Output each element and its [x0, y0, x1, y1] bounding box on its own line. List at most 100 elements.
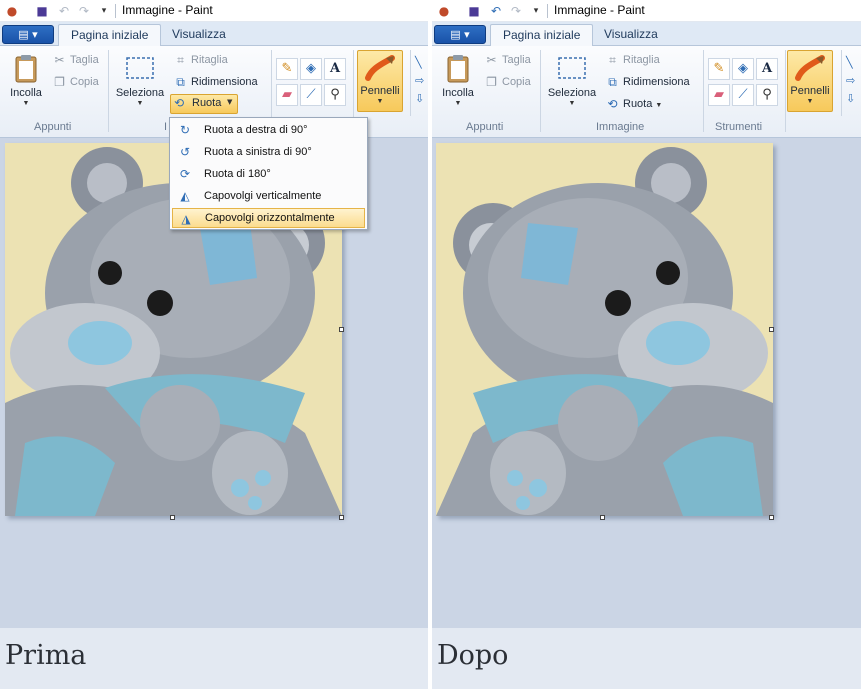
file-menu-button[interactable]: ▤ ▾ — [2, 25, 54, 44]
rotate-caret-icon: ▼ — [655, 102, 663, 109]
paste-button[interactable]: Incolla ▼ — [436, 48, 480, 116]
resize-handle-bottom[interactable] — [170, 515, 175, 520]
copy-label: Copia — [70, 76, 99, 88]
resize-handle-corner[interactable] — [769, 515, 774, 520]
quick-access-dropdown-icon[interactable]: ▾ — [96, 3, 112, 19]
arrow-shape-icon[interactable]: ⇨ — [415, 74, 424, 87]
shapes-gallery[interactable]: ╲ ⇨ ⇩ — [841, 50, 861, 116]
tools-group-label: Strumenti — [715, 121, 763, 133]
resize-handle-right[interactable] — [339, 327, 344, 332]
down-arrow-shape-icon[interactable]: ⇩ — [846, 92, 855, 105]
color-picker-icon[interactable]: ⟋ — [300, 84, 322, 106]
fill-icon[interactable]: ◈ — [300, 58, 322, 80]
resize-label: Ridimensiona — [623, 76, 690, 88]
crop-label: Ritaglia — [623, 54, 660, 66]
group-separator — [785, 50, 786, 132]
tab-view[interactable]: Visualizza — [592, 24, 670, 46]
caption-band: Prima — [0, 628, 428, 689]
before-caption: Prima — [5, 640, 87, 671]
copy-icon: ❐ — [54, 75, 65, 89]
redo-icon[interactable]: ↷ — [76, 3, 92, 19]
text-icon[interactable]: A — [324, 58, 346, 80]
teddy-bear-image-flipped — [436, 143, 773, 516]
group-separator — [703, 50, 704, 132]
brushes-label: Pennelli — [360, 85, 400, 97]
menu-item-rotate-left[interactable]: ↺ Ruota a sinistra di 90° — [172, 142, 365, 162]
save-icon[interactable]: ■ — [34, 3, 50, 19]
clipboard-icon — [15, 55, 37, 83]
line-shape-icon[interactable]: ╲ — [415, 56, 422, 69]
copy-label: Copia — [502, 76, 531, 88]
file-menu-button[interactable]: ▤ ▾ — [434, 25, 486, 44]
select-button[interactable]: Seleziona ▼ — [544, 48, 600, 116]
menu-item-flip-horizontal[interactable]: ◮ Capovolgi orizzontalmente — [172, 208, 365, 228]
text-icon[interactable]: A — [756, 58, 778, 80]
crop-button[interactable]: ⌗ Ritaglia — [603, 51, 660, 70]
rotate-dropdown-menu: ↻ Ruota a destra di 90° ↺ Ruota a sinist… — [169, 117, 368, 230]
rotate-right-icon: ↻ — [179, 123, 191, 137]
save-icon[interactable]: ■ — [466, 3, 482, 19]
resize-handle-right[interactable] — [769, 327, 774, 332]
menu-item-flip-vertical[interactable]: ◭ Capovolgi verticalmente — [172, 186, 365, 206]
after-caption: Dopo — [437, 640, 509, 671]
paste-label: Incolla — [442, 87, 474, 99]
rotate-label: Ruota — [623, 98, 653, 110]
resize-button[interactable]: ⧉ Ridimensiona — [603, 73, 690, 92]
rotate-180-icon: ⟳ — [179, 167, 191, 181]
resize-button[interactable]: ⧉ Ridimensiona — [171, 73, 257, 92]
paste-caret-icon: ▼ — [454, 100, 462, 107]
undo-icon[interactable]: ↶ — [56, 3, 72, 19]
menu-item-label: Ruota a destra di 90° — [204, 124, 308, 136]
copy-button[interactable]: ❐ Copia — [50, 73, 99, 92]
pencil-icon[interactable]: ✎ — [708, 58, 730, 80]
tab-home[interactable]: Pagina iniziale — [58, 24, 162, 47]
color-picker-icon[interactable]: ⟋ — [732, 84, 754, 106]
eraser-icon[interactable]: ▰ — [708, 84, 730, 106]
resize-handle-bottom[interactable] — [600, 515, 605, 520]
rotate-button-active[interactable]: ⟲ Ruota ▼ — [170, 94, 238, 114]
down-arrow-shape-icon[interactable]: ⇩ — [415, 92, 424, 105]
eraser-icon[interactable]: ▰ — [276, 84, 298, 106]
crop-button[interactable]: ⌗ Ritaglia — [171, 51, 228, 70]
copy-button[interactable]: ❐ Copia — [482, 73, 531, 92]
brushes-caret-icon: ▼ — [376, 98, 384, 105]
cut-button[interactable]: ✂ Taglia — [50, 51, 98, 70]
brushes-button[interactable]: Pennelli ▼ — [787, 50, 833, 112]
tab-view[interactable]: Visualizza — [160, 24, 238, 46]
brush-icon — [795, 55, 825, 81]
paste-button[interactable]: Incolla ▼ — [4, 48, 48, 116]
crop-icon: ⌗ — [177, 53, 184, 67]
redo-icon[interactable]: ↷ — [508, 3, 524, 19]
menu-item-rotate-180[interactable]: ⟳ Ruota di 180° — [172, 164, 365, 184]
clipboard-icon — [447, 55, 469, 83]
rotate-label: Ruota — [192, 97, 222, 109]
rotate-button[interactable]: ⟲ Ruota ▼ — [603, 95, 662, 114]
select-label: Seleziona — [115, 87, 165, 99]
fill-icon[interactable]: ◈ — [732, 58, 754, 80]
cut-button[interactable]: ✂ Taglia — [482, 51, 530, 70]
shapes-gallery[interactable]: ╲ ⇨ ⇩ — [410, 50, 428, 116]
magnifier-icon[interactable]: ⚲ — [324, 84, 346, 106]
resize-icon: ⧉ — [176, 75, 185, 89]
select-label: Seleziona — [547, 87, 597, 99]
image-canvas[interactable] — [436, 143, 773, 516]
quick-access-dropdown-icon[interactable]: ▾ — [528, 3, 544, 19]
undo-icon[interactable]: ↶ — [488, 3, 504, 19]
flip-horizontal-icon: ◮ — [181, 212, 191, 226]
brushes-button[interactable]: Pennelli ▼ — [357, 50, 403, 112]
tab-home[interactable]: Pagina iniziale — [490, 24, 594, 47]
select-button[interactable]: Seleziona ▼ — [112, 48, 168, 116]
resize-handle-corner[interactable] — [339, 515, 344, 520]
scissors-icon: ✂ — [486, 53, 497, 67]
tools-grid: ✎ ◈ A ▰ ⟋ ⚲ — [708, 58, 782, 110]
line-shape-icon[interactable]: ╲ — [846, 56, 853, 69]
pencil-icon[interactable]: ✎ — [276, 58, 298, 80]
image-group-label: I — [164, 121, 168, 133]
selection-icon — [126, 57, 154, 79]
magnifier-icon[interactable]: ⚲ — [756, 84, 778, 106]
menu-item-rotate-right[interactable]: ↻ Ruota a destra di 90° — [172, 120, 365, 140]
rotate-icon: ⟲ — [174, 96, 185, 110]
rotate-left-icon: ↺ — [179, 145, 191, 159]
menu-item-label: Capovolgi verticalmente — [204, 190, 322, 202]
arrow-shape-icon[interactable]: ⇨ — [846, 74, 855, 87]
